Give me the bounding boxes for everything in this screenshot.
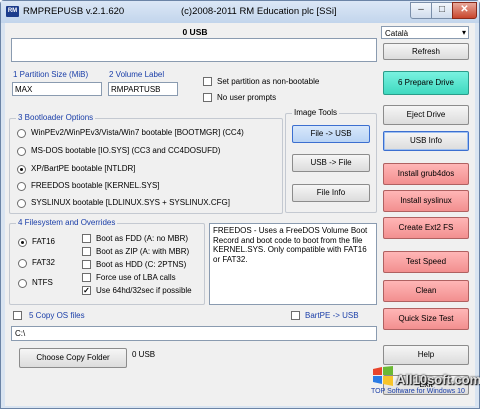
no-user-prompts-checkbox[interactable] bbox=[203, 93, 212, 102]
bootloader-group: 3 Bootloader Options WinPEv2/WinPEv3/Vis… bbox=[9, 113, 283, 214]
language-value: Català bbox=[385, 29, 409, 38]
minimize-button[interactable]: – bbox=[410, 2, 432, 19]
bootloader-option: FREEDOS bootable [KERNEL.SYS] bbox=[31, 181, 160, 190]
drive-list[interactable] bbox=[11, 38, 377, 62]
non-bootable-checkbox[interactable] bbox=[203, 77, 212, 86]
title-bar[interactable]: RM RMPREPUSB v.2.1.620 (c)2008-2011 RM E… bbox=[1, 1, 479, 23]
app-icon: RM bbox=[6, 6, 19, 17]
file-to-usb-button[interactable]: File -> USB bbox=[292, 125, 370, 143]
image-tools-title: Image Tools bbox=[292, 108, 339, 117]
bootloader-option: MS-DOS bootable [IO.SYS] (CC3 and CC4DOS… bbox=[31, 146, 221, 155]
bootloader-option: WinPEv2/WinPEv3/Vista/Win7 bootable [BOO… bbox=[31, 128, 244, 137]
filesystem-title: 4 Filesystem and Overrides bbox=[16, 218, 118, 227]
no-user-prompts-label: No user prompts bbox=[217, 93, 277, 102]
filesystem-group: 4 Filesystem and Overrides FAT16 FAT32 N… bbox=[9, 218, 205, 305]
chevron-down-icon: ▾ bbox=[461, 28, 466, 37]
boot-fdd-checkbox[interactable] bbox=[82, 234, 91, 243]
file-info-button[interactable]: File Info bbox=[292, 184, 370, 202]
language-select[interactable]: Català ▾ bbox=[381, 26, 469, 39]
clean-button[interactable]: Clean bbox=[383, 280, 469, 302]
choose-copy-folder-button[interactable]: Choose Copy Folder bbox=[19, 348, 127, 368]
watermark-tagline: TOP Software for Windows 10 bbox=[371, 388, 465, 395]
boot-zip-checkbox[interactable] bbox=[82, 247, 91, 256]
override-label: Boot as FDD (A: no MBR) bbox=[96, 234, 189, 243]
prepare-drive-button[interactable]: 6 Prepare Drive bbox=[383, 71, 469, 95]
help-button[interactable]: Help bbox=[383, 345, 469, 365]
fs-option: FAT32 bbox=[32, 258, 55, 267]
copy-os-files-checkbox[interactable] bbox=[13, 311, 22, 320]
non-bootable-label: Set partition as non-bootable bbox=[217, 77, 320, 86]
override-label: Boot as HDD (C: 2PTNS) bbox=[96, 260, 187, 269]
copy-path-input[interactable]: C:\ bbox=[11, 326, 377, 341]
volume-label-input[interactable]: RMPARTUSB bbox=[108, 82, 178, 96]
radio-ntfs[interactable] bbox=[18, 279, 27, 288]
radio-fat32[interactable] bbox=[18, 259, 27, 268]
bootloader-option: XP/BartPE bootable [NTLDR] bbox=[31, 164, 136, 173]
eject-drive-button[interactable]: Eject Drive bbox=[383, 105, 469, 125]
partition-size-label: 1 Partition Size (MiB) bbox=[13, 70, 89, 79]
app-title: RMPREPUSB v.2.1.620 bbox=[23, 6, 125, 17]
partition-size-value: MAX bbox=[15, 85, 33, 94]
radio-ntldr[interactable] bbox=[17, 165, 26, 174]
radio-fat16[interactable] bbox=[18, 238, 27, 247]
main-panel: 0 USB Català ▾ Refresh 1 Partition Size … bbox=[5, 23, 475, 406]
fs-option: NTFS bbox=[32, 278, 53, 287]
volume-label-value: RMPARTUSB bbox=[111, 85, 161, 94]
description-text: FREEDOS - Uses a FreeDOS Volume Boot Rec… bbox=[209, 223, 377, 305]
refresh-button[interactable]: Refresh bbox=[383, 43, 469, 60]
maximize-button[interactable]: □ bbox=[431, 2, 453, 19]
quick-size-test-button[interactable]: Quick Size Test bbox=[383, 308, 469, 330]
radio-bootmgr[interactable] bbox=[17, 129, 26, 138]
bartpe-label: BartPE -> USB bbox=[305, 311, 359, 320]
copy-os-files-label: 5 Copy OS files bbox=[29, 311, 85, 320]
test-speed-button[interactable]: Test Speed bbox=[383, 251, 469, 273]
install-syslinux-button[interactable]: Install syslinux bbox=[383, 190, 469, 212]
radio-freedos[interactable] bbox=[17, 182, 26, 191]
copy-path-value: C:\ bbox=[15, 329, 26, 338]
bartpe-checkbox[interactable] bbox=[291, 311, 300, 320]
image-tools-group: Image Tools File -> USB USB -> File File… bbox=[285, 108, 377, 213]
bootloader-title: 3 Bootloader Options bbox=[16, 113, 96, 122]
boot-hdd-checkbox[interactable] bbox=[82, 260, 91, 269]
drive-header: 0 USB bbox=[182, 27, 208, 37]
use-64hd-checkbox[interactable]: ✓ bbox=[82, 286, 91, 295]
fs-option: FAT16 bbox=[32, 237, 55, 246]
override-label: Force use of LBA calls bbox=[96, 273, 176, 282]
windows-logo-icon bbox=[373, 366, 393, 386]
usb-to-file-button[interactable]: USB -> File bbox=[292, 154, 370, 172]
volume-label-label: 2 Volume Label bbox=[109, 70, 165, 79]
usb-info-button[interactable]: USB Info bbox=[383, 131, 469, 151]
close-button[interactable]: ✕ bbox=[452, 2, 477, 19]
force-lba-checkbox[interactable] bbox=[82, 273, 91, 282]
folder-size: 0 USB bbox=[132, 350, 156, 359]
radio-syslinux[interactable] bbox=[17, 199, 26, 208]
override-label: Boot as ZIP (A: with MBR) bbox=[96, 247, 190, 256]
create-ext2-fs-button[interactable]: Create Ext2 FS bbox=[383, 217, 469, 239]
application-window: RM RMPREPUSB v.2.1.620 (c)2008-2011 RM E… bbox=[0, 0, 480, 409]
watermark-site: All10soft.com bbox=[396, 372, 480, 387]
partition-size-input[interactable]: MAX bbox=[12, 82, 102, 96]
install-grub4dos-button[interactable]: Install grub4dos bbox=[383, 163, 469, 185]
bootloader-option: SYSLINUX bootable [LDLINUX.SYS + SYSLINU… bbox=[31, 198, 230, 207]
radio-msdos[interactable] bbox=[17, 147, 26, 156]
app-copyright: (c)2008-2011 RM Education plc [SSi] bbox=[181, 6, 337, 17]
override-label: Use 64hd/32sec if possible bbox=[96, 286, 192, 295]
